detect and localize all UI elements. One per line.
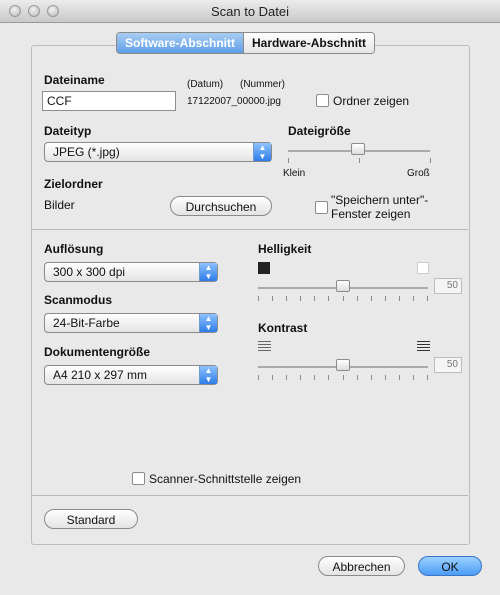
docsize-value: A4 210 x 297 mm — [53, 368, 148, 382]
tab-hardware[interactable]: Hardware-Abschnitt — [243, 33, 375, 53]
filesize-label: Dateigröße — [288, 124, 351, 138]
filetype-label: Dateityp — [44, 124, 92, 138]
light-square-icon — [417, 262, 429, 274]
brightness-label: Helligkeit — [258, 242, 312, 256]
filename-input[interactable]: CCF — [42, 91, 176, 111]
contrast-slider-thumb[interactable] — [336, 359, 350, 371]
filename-label: Dateiname — [44, 73, 105, 87]
target-folder-label: Zielordner — [44, 177, 103, 191]
select-arrows-icon: ▲ ▼ — [253, 143, 271, 161]
scanmode-select[interactable]: 24-Bit-Farbe ▲ ▼ — [44, 313, 218, 333]
filesize-min-label: Klein — [283, 168, 306, 179]
scanmode-label: Scanmodus — [44, 293, 113, 307]
tab-software[interactable]: Software-Abschnitt — [117, 33, 244, 53]
brightness-slider-thumb[interactable] — [336, 280, 350, 292]
show-folder-checkbox[interactable] — [316, 94, 329, 107]
docsize-label: Dokumentengröße — [44, 345, 151, 359]
tab-bar: Software-Abschnitt Hardware-Abschnitt — [116, 32, 376, 54]
footer-divider — [31, 495, 468, 496]
select-arrows-icon: ▲ ▼ — [199, 314, 217, 332]
ok-button[interactable]: OK — [418, 556, 482, 576]
filesize-max-label: Groß — [407, 168, 430, 179]
filetype-value: JPEG (*.jpg) — [53, 145, 120, 159]
filetype-select[interactable]: JPEG (*.jpg) ▲ ▼ — [44, 142, 272, 162]
save-as-line1: "Speichern unter"- — [331, 193, 429, 207]
high-contrast-icon — [417, 340, 430, 352]
number-label: (Nummer) — [240, 79, 285, 90]
select-arrows-icon: ▲ ▼ — [199, 263, 217, 281]
scanmode-value: 24-Bit-Farbe — [53, 316, 120, 330]
browse-button[interactable]: Durchsuchen — [170, 196, 272, 216]
scanner-ui-label: Scanner-Schnittstelle zeigen — [149, 472, 302, 486]
contrast-value: 50 — [434, 357, 462, 373]
contrast-label: Kontrast — [258, 321, 308, 335]
filesize-slider-thumb[interactable] — [351, 143, 365, 155]
resolution-label: Auflösung — [44, 242, 104, 256]
resolution-select[interactable]: 300 x 300 dpi ▲ ▼ — [44, 262, 218, 282]
date-label: (Datum) — [187, 79, 224, 90]
save-as-label: "Speichern unter"- Fenster zeigen — [331, 193, 428, 221]
save-as-checkbox[interactable] — [315, 201, 328, 214]
show-folder-label: Ordner zeigen — [333, 94, 410, 108]
scanner-ui-checkbox[interactable] — [132, 472, 145, 485]
resolution-value: 300 x 300 dpi — [53, 265, 126, 279]
default-button[interactable]: Standard — [44, 509, 138, 529]
window-title: Scan to Datei — [210, 4, 290, 19]
section-divider — [31, 229, 468, 230]
low-contrast-icon — [258, 340, 271, 352]
generated-filename: 17122007_00000.jpg — [187, 96, 281, 107]
save-as-line2: Fenster zeigen — [331, 207, 411, 221]
cancel-button[interactable]: Abbrechen — [318, 556, 405, 576]
docsize-select[interactable]: A4 210 x 297 mm ▲ ▼ — [44, 365, 218, 385]
dark-square-icon — [258, 262, 270, 274]
select-arrows-icon: ▲ ▼ — [199, 366, 217, 384]
brightness-value: 50 — [434, 278, 462, 294]
target-folder-value: Bilder — [44, 198, 75, 212]
